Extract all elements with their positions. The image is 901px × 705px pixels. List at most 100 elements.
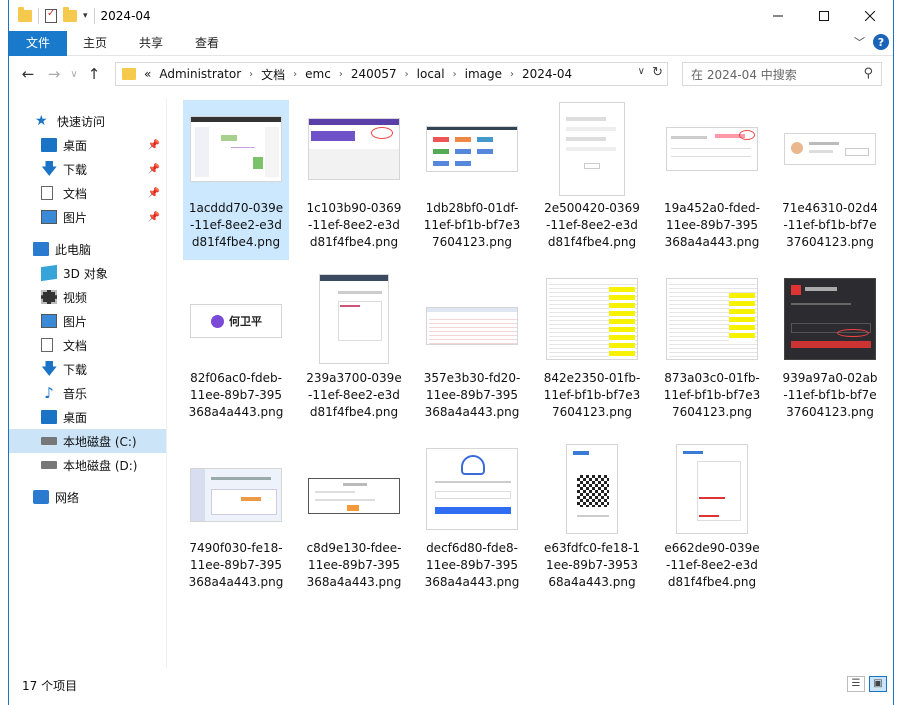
chevron-right-icon[interactable]: › [293, 69, 297, 80]
nav-drive-c[interactable]: 本地磁盘 (C:) [9, 429, 166, 453]
pin-icon[interactable]: 📌 [148, 188, 160, 199]
properties-icon[interactable] [45, 8, 57, 23]
folder-icon [122, 68, 136, 80]
nav-network[interactable]: 网络 [9, 485, 166, 509]
3d-objects-icon [41, 264, 57, 282]
nav-label: 此电脑 [55, 242, 92, 257]
breadcrumb-overflow[interactable]: « [144, 67, 151, 81]
nav-label: 文档 [63, 338, 88, 353]
file-item[interactable]: 71e46310-02d4-11ef-bf1b-bf7e37604123.png [777, 100, 883, 260]
nav-documents[interactable]: 文档 [9, 333, 166, 357]
breadcrumb-item[interactable]: emc [305, 67, 331, 81]
search-placeholder: 在 2024-04 中搜索 [691, 67, 797, 82]
back-arrow-icon[interactable]: ← [15, 65, 41, 83]
file-name: 1acddd70-039e-11ef-8ee2-e3dd81f4fbe4.png [188, 201, 284, 249]
address-bar[interactable]: « Administrator › 文档 › emc › 240057 › lo… [115, 62, 668, 86]
nav-documents-pinned[interactable]: 文档 📌 [9, 181, 166, 205]
screenshot-thumbnail [426, 448, 518, 530]
minimize-button[interactable] [755, 0, 801, 31]
tab-share[interactable]: 共享 [123, 31, 179, 56]
close-button[interactable] [847, 0, 893, 31]
breadcrumb-item[interactable]: 240057 [351, 67, 397, 81]
nav-pictures-pinned[interactable]: 图片 📌 [9, 205, 166, 229]
nav-music[interactable]: ♪ 音乐 [9, 381, 166, 405]
pin-icon[interactable]: 📌 [148, 164, 160, 175]
tab-home[interactable]: 主页 [67, 31, 123, 56]
breadcrumb-item[interactable]: 文档 [261, 66, 285, 83]
new-folder-icon[interactable] [63, 6, 77, 22]
thumbnail [183, 100, 289, 198]
nav-downloads-pinned[interactable]: 🡇 下载 📌 [9, 157, 166, 181]
breadcrumb-item[interactable]: 2024-04 [522, 67, 572, 81]
explorer-window: ▾ 2024-04 文件 主页 共享 查看 ﹀ ? ← → ∨ [8, 0, 894, 705]
thumbnail [419, 100, 525, 198]
file-item[interactable]: 873a03c0-01fb-11ef-bf1b-bf7e37604123.png [659, 270, 765, 430]
nav-downloads[interactable]: 🡇 下载 [9, 357, 166, 381]
file-item[interactable]: 2e500420-0369-11ef-8ee2-e3dd81f4fbe4.png [539, 100, 645, 260]
up-arrow-icon[interactable]: ↑ [81, 65, 107, 83]
pin-icon[interactable]: 📌 [148, 212, 160, 223]
file-name: 939a97a0-02ab-11ef-bf1b-bf7e37604123.png [782, 371, 878, 419]
expand-ribbon-chevron-icon[interactable]: ﹀ [854, 34, 865, 50]
item-count: 17 个项目 [22, 678, 78, 693]
nav-quick-access[interactable]: ★ 快速访问 [9, 109, 166, 133]
maximize-button[interactable] [801, 0, 847, 31]
recent-locations-dropdown-icon[interactable]: ∨ [67, 69, 81, 80]
screenshot-thumbnail [190, 468, 282, 522]
nav-desktop[interactable]: 桌面 [9, 405, 166, 429]
file-item[interactable]: 1db28bf0-01df-11ef-bf1b-bf7e37604123.png [419, 100, 525, 260]
file-item[interactable]: c8d9e130-fdee-11ee-89b7-395368a4a443.png [301, 440, 407, 600]
file-item[interactable]: 1c103b90-0369-11ef-8ee2-e3dd81f4fbe4.png [301, 100, 407, 260]
help-icon[interactable]: ? [873, 34, 889, 50]
file-item[interactable]: e662de90-039e-11ef-8ee2-e3dd81f4fbe4.png [659, 440, 765, 600]
file-name: 357e3b30-fd20-11ee-89b7-395368a4a443.png [423, 371, 521, 419]
chevron-right-icon[interactable]: › [453, 69, 457, 80]
file-item[interactable]: 何卫平 82f06ac0-fdeb-11ee-89b7-395368a4a443… [183, 270, 289, 430]
refresh-icon[interactable]: ↻ [652, 65, 663, 80]
nav-label: 图片 [63, 210, 88, 225]
tab-file[interactable]: 文件 [9, 30, 68, 56]
nav-3d-objects[interactable]: 3D 对象 [9, 261, 166, 285]
file-item[interactable]: 939a97a0-02ab-11ef-bf1b-bf7e37604123.png [777, 270, 883, 430]
chevron-right-icon[interactable]: › [249, 69, 253, 80]
tab-view[interactable]: 查看 [179, 31, 235, 56]
ribbon-right-controls: ﹀ ? [854, 34, 889, 50]
screenshot-thumbnail [784, 133, 876, 165]
nav-this-pc[interactable]: 此电脑 [9, 237, 166, 261]
file-item[interactable]: 357e3b30-fd20-11ee-89b7-395368a4a443.png [419, 270, 525, 430]
file-name: 2e500420-0369-11ef-8ee2-e3dd81f4fbe4.png [544, 201, 640, 249]
file-item[interactable]: e63fdfc0-fe18-11ee-89b7-395368a4a443.png [539, 440, 645, 600]
file-item[interactable]: 239a3700-039e-11ef-8ee2-e3dd81f4fbe4.png [301, 270, 407, 430]
customize-toolbar-dropdown-icon[interactable]: ▾ [83, 11, 88, 21]
breadcrumb-item[interactable]: image [465, 67, 502, 81]
file-item[interactable]: 1acddd70-039e-11ef-8ee2-e3dd81f4fbe4.png [183, 100, 289, 260]
thumbnail [183, 440, 289, 538]
search-input[interactable]: 在 2024-04 中搜索 ⚲ [682, 62, 882, 86]
music-icon: ♪ [44, 384, 54, 402]
forward-arrow-icon[interactable]: → [41, 65, 67, 83]
thumbnail [659, 440, 765, 538]
large-icons-view-icon[interactable]: ▣ [869, 676, 887, 692]
nav-drive-d[interactable]: 本地磁盘 (D:) [9, 453, 166, 477]
thumbnail [301, 100, 407, 198]
star-icon: ★ [35, 113, 48, 129]
thumbnail [777, 100, 883, 198]
search-icon[interactable]: ⚲ [863, 66, 873, 81]
file-item[interactable]: 842e2350-01fb-11ef-bf1b-bf7e37604123.png [539, 270, 645, 430]
breadcrumb-item[interactable]: local [417, 67, 445, 81]
pin-icon[interactable]: 📌 [148, 140, 160, 151]
chevron-right-icon[interactable]: › [405, 69, 409, 80]
nav-label: 桌面 [63, 138, 88, 153]
chevron-right-icon[interactable]: › [510, 69, 514, 80]
address-dropdown-icon[interactable]: ∨ [638, 66, 645, 77]
nav-videos[interactable]: 视频 [9, 285, 166, 309]
file-item[interactable]: 7490f030-fe18-11ee-89b7-395368a4a443.png [183, 440, 289, 600]
details-view-icon[interactable]: ☰ [847, 676, 865, 692]
nav-desktop-pinned[interactable]: 桌面 📌 [9, 133, 166, 157]
nav-label: 快速访问 [57, 114, 106, 129]
chevron-right-icon[interactable]: › [339, 69, 343, 80]
file-item[interactable]: 19a452a0-fded-11ee-89b7-395368a4a443.png [659, 100, 765, 260]
nav-pictures[interactable]: 图片 [9, 309, 166, 333]
breadcrumb-item[interactable]: Administrator [159, 67, 241, 81]
file-item[interactable]: decf6d80-fde8-11ee-89b7-395368a4a443.png [419, 440, 525, 600]
